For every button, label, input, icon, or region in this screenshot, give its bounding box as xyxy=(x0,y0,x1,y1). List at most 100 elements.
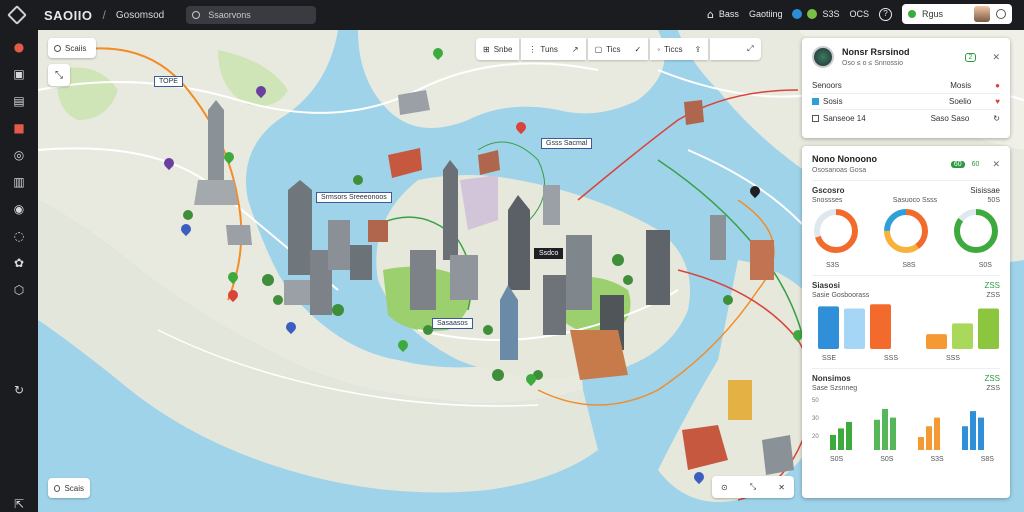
locate-icon[interactable]: ⊙ xyxy=(721,483,728,492)
section-value: ZSS xyxy=(986,385,1000,392)
section-value: ZSS xyxy=(984,281,1000,290)
panel-title: Nono Nonoono xyxy=(812,154,877,164)
pin-icon: ● xyxy=(995,81,1000,90)
shield-icon: ♥ xyxy=(995,97,1000,106)
settings-icon[interactable] xyxy=(996,9,1006,19)
map-label[interactable]: TOPE xyxy=(154,76,183,87)
plant-icon[interactable]: ✿ xyxy=(12,256,26,270)
statistics-panel: Nono Nonoono Ososanoas Gosa 60 60 ✕ Gsco… xyxy=(802,146,1010,498)
section-value: ZSS xyxy=(986,292,1000,299)
tool-tics[interactable]: ▢ Tics ✓ xyxy=(587,38,649,60)
count-badge: 2 xyxy=(964,52,977,62)
bar-caption: S3S xyxy=(930,456,944,463)
grid-icon: ⊞ xyxy=(483,44,490,54)
compass-icon xyxy=(792,9,803,19)
tool-snbe[interactable]: ⊞ Snbe xyxy=(476,38,520,60)
logo-icon[interactable] xyxy=(7,5,27,25)
section-value: ZSS xyxy=(984,374,1000,383)
tool-tuns[interactable]: ⋮ Tuns ↗ xyxy=(521,38,586,60)
briefcase-icon[interactable]: ■ xyxy=(12,121,26,135)
location-info-panel: Nonsr Rsrsinod Oso ≤ o ≤ Snnossio 2 ✕ Se… xyxy=(802,38,1010,138)
app-brand: SAOIIO xyxy=(44,7,93,23)
map-toolbar: ⊞ Snbe ⋮ Tuns ↗ ▢ Tics ✓ ◦ Ticcs ⇪ ⤢ xyxy=(476,38,761,60)
map-label[interactable]: Sasaasos xyxy=(432,318,473,329)
bar-chart xyxy=(818,304,999,349)
books-icon[interactable]: ▥ xyxy=(12,175,26,189)
panel-title: Nonsr Rsrsinod xyxy=(842,47,910,57)
map-layers-chip[interactable]: Scais xyxy=(48,478,90,498)
map-scale-chip[interactable]: Scaiis xyxy=(48,38,96,58)
bug-icon[interactable]: ● xyxy=(12,40,26,54)
refresh-icon[interactable]: ↻ xyxy=(993,114,1000,123)
profile-menu[interactable]: Rgus xyxy=(902,4,1012,24)
info-row[interactable]: Sosis Soelio ♥ xyxy=(812,94,1000,110)
tool-ticcs[interactable]: ◦ Ticcs ⇪ xyxy=(650,38,709,60)
document-icon[interactable]: ▣ xyxy=(12,67,26,81)
bar-caption: S0S xyxy=(880,456,894,463)
nav-item-gaotiing[interactable]: Gaotiing xyxy=(749,9,783,19)
section-label: Nonsimos xyxy=(812,374,851,383)
bar xyxy=(926,426,932,450)
search-input[interactable]: Ssaorvons xyxy=(186,6,317,24)
map-label[interactable]: Ssdco xyxy=(534,248,564,259)
tool-collapse[interactable]: ⤢ xyxy=(710,38,761,60)
axis-tick: 30 xyxy=(812,416,819,422)
layers-icon xyxy=(54,484,61,492)
donut-chart xyxy=(814,209,998,253)
settings-cube-icon[interactable]: ⬡ xyxy=(12,283,26,297)
axis-tick: 20 xyxy=(812,434,819,440)
refresh-icon[interactable]: ↻ xyxy=(12,383,26,397)
nav-item-bass[interactable]: ⌂ Bass xyxy=(707,8,739,21)
status-icon xyxy=(908,10,916,18)
close-icon[interactable]: ✕ xyxy=(778,483,785,492)
info-row[interactable]: Senoors Mosis ● xyxy=(812,78,1000,94)
info-row[interactable]: Sanseoe 14 Saso Saso ↻ xyxy=(812,110,1000,126)
location-thumbnail xyxy=(812,46,834,68)
logout-icon[interactable]: ⇱ xyxy=(12,497,26,511)
close-icon[interactable]: ✕ xyxy=(992,52,1000,63)
bar-caption: S8S xyxy=(980,456,994,463)
map-controls: ⊙ ⤡ ✕ xyxy=(712,476,794,498)
profile-label: Rgus xyxy=(922,9,944,19)
help-icon[interactable]: ? xyxy=(879,7,892,21)
chat-icon[interactable]: ◉ xyxy=(12,202,26,216)
bar xyxy=(952,323,973,349)
ruler-icon: ⋮ xyxy=(528,44,537,54)
globe-icon[interactable]: ◎ xyxy=(12,148,26,162)
bar xyxy=(970,411,976,450)
top-bar: SAOIIO / Gosomsod Ssaorvons ⌂ Bass Gaoti… xyxy=(0,0,1024,30)
map-expand-button[interactable]: ⤡ xyxy=(48,64,70,86)
mic-icon: ◦ xyxy=(657,44,661,54)
donut-caption: S8S xyxy=(902,262,916,269)
nav-item-s3s[interactable]: S3S xyxy=(792,9,839,19)
square-icon: ▢ xyxy=(594,44,603,54)
search-placeholder: Ssaorvons xyxy=(208,10,251,20)
bar xyxy=(870,304,891,349)
breadcrumb-separator: / xyxy=(102,8,106,22)
bar xyxy=(890,417,896,450)
grouped-bar-chart: 50 30 20 xyxy=(812,398,984,450)
bar xyxy=(838,428,844,450)
bar xyxy=(918,437,924,450)
section-sub: Sasuoco Ssss xyxy=(892,197,938,204)
panel-subtitle: Oso ≤ o ≤ Snnossio xyxy=(842,60,903,67)
bar xyxy=(962,426,968,450)
arrow-icon: ↗ xyxy=(571,44,579,54)
share-icon: ⇪ xyxy=(694,44,702,54)
donut-caption: S0S xyxy=(978,262,992,269)
nav-item-ocs[interactable]: OCS xyxy=(849,9,869,19)
map-label[interactable]: Srmsors Sreeeonoos xyxy=(316,192,392,203)
map-label[interactable]: Gsss Sacmal xyxy=(541,138,593,149)
workspace-name[interactable]: Gosomsod xyxy=(116,10,164,21)
fullscreen-icon[interactable]: ⤡ xyxy=(750,482,756,492)
axis-tick: 50 xyxy=(812,398,819,404)
board-icon[interactable]: ▤ xyxy=(12,94,26,108)
compass-icon[interactable]: ◌ xyxy=(12,229,26,243)
bar xyxy=(978,308,999,349)
bar-caption: S0S xyxy=(830,456,844,463)
home-icon: ⌂ xyxy=(706,7,714,21)
stat-badge: 60 xyxy=(950,160,965,168)
close-icon[interactable]: ✕ xyxy=(992,159,1000,170)
panel-subtitle: Ososanoas Gosa xyxy=(812,167,867,174)
check-icon: ✓ xyxy=(634,44,642,54)
